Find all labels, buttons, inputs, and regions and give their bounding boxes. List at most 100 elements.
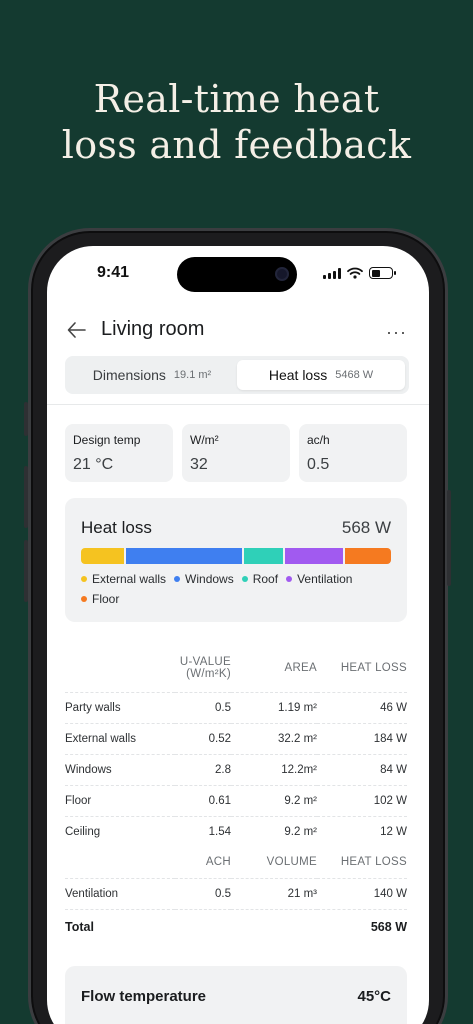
battery-icon: [369, 267, 396, 279]
stat-value: 0.5: [307, 456, 330, 473]
row-element: Windows: [65, 754, 175, 786]
table-header-row: ACH VOLUME HEAT LOSS: [65, 847, 407, 879]
row-element: External walls: [65, 723, 175, 755]
headline-line-1: Real-time heat: [93, 77, 380, 121]
phone-side-button: [24, 402, 28, 436]
stat-ach[interactable]: ac/h 0.5: [299, 424, 407, 482]
heat-loss-title: Heat loss: [81, 518, 152, 537]
row-u-value: 0.61: [175, 785, 231, 817]
tab-label: Dimensions: [92, 367, 166, 383]
legend-label: Ventilation: [297, 572, 353, 586]
legend-item: Ventilation: [286, 572, 352, 586]
table-row[interactable]: Windows 2.8 12.2m² 84 W: [65, 754, 407, 786]
row-volume: 21 m³: [231, 878, 317, 910]
page-title: Living room: [101, 318, 205, 340]
heat-loss-segment-ventilation: [285, 548, 344, 564]
heat-loss-segment-floor: [345, 548, 391, 564]
table-header-ach: ACH: [175, 847, 231, 879]
table-header-volume: VOLUME: [231, 847, 317, 879]
tab-heat-loss[interactable]: Heat loss 5468 W: [237, 360, 405, 390]
dynamic-island: [177, 257, 297, 292]
segmented-control: Dimensions 19.1 m² Heat loss 5468 W: [65, 356, 409, 394]
more-options-icon[interactable]: ···: [386, 322, 407, 343]
row-u-value: 0.52: [175, 723, 231, 755]
status-time: 9:41: [97, 264, 130, 281]
row-element: Ventilation: [65, 878, 175, 910]
row-u-value: 1.54: [208, 825, 231, 838]
row-u-value: 2.8: [175, 754, 231, 786]
table-row[interactable]: Ventilation 0.5 21 m³ 140 W: [65, 878, 407, 910]
legend-dot-icon: [174, 576, 181, 582]
heat-loss-total: 568 W: [341, 518, 391, 537]
total-spacer: [231, 909, 317, 945]
nav-bar: Living room ···: [47, 312, 429, 348]
tab-dimensions[interactable]: Dimensions 19.1 m²: [69, 360, 235, 390]
heat-loss-card: Heat loss 568 W External walls Windows Roo…: [65, 498, 407, 622]
stat-design-temp[interactable]: Design temp 21 °C: [65, 424, 173, 482]
legend-dot-icon: [81, 596, 87, 602]
stat-w-per-m2[interactable]: W/m² 32: [182, 424, 290, 482]
row-heat-loss: 46 W: [317, 692, 407, 724]
divider: [47, 404, 429, 405]
row-heat-loss: 102 W: [317, 785, 407, 817]
flow-temperature-title: Flow temperature: [81, 988, 207, 1005]
row-element: Party walls: [65, 692, 175, 724]
table-header-row: U-VALUE (W/m²K) AREA HEAT LOSS: [65, 644, 407, 693]
legend-label: Floor: [92, 592, 120, 606]
row-heat-loss: 84 W: [317, 754, 407, 786]
row-area: 12.2m²: [231, 754, 317, 786]
heat-loss-segment-windows: [125, 548, 242, 564]
legend-item: Roof: [241, 572, 278, 586]
row-heat-loss: 140 W: [317, 878, 407, 910]
stat-value: 32: [190, 456, 208, 473]
heat-loss-segment-roof: [243, 548, 284, 564]
u-value-unit: (W/m²K): [186, 667, 231, 680]
table-header-heat-loss: HEAT LOSS: [317, 847, 407, 879]
camera-icon: [275, 267, 289, 281]
status-bar: 9:41: [47, 246, 429, 306]
legend-dot-icon: [241, 576, 248, 582]
tab-sublabel: 5468 W: [335, 369, 374, 381]
total-spacer: [175, 909, 231, 945]
row-element: Floor: [65, 785, 175, 817]
legend-dot-icon: [81, 576, 87, 582]
app-screen: 9:41 Living room ··· Dimensions 19.1 m²: [47, 246, 429, 1024]
legend-item: Floor: [81, 592, 119, 606]
table-row[interactable]: Party walls 0.5 1.19 m² 46 W: [65, 692, 407, 724]
row-element: Ceiling: [65, 825, 101, 838]
row-area: 9.2 m²: [284, 825, 317, 838]
heat-loss-legend: External walls Windows Roof Ventilation Floo…: [81, 572, 391, 606]
stat-label: ac/h: [307, 433, 330, 447]
row-heat-loss: 12 W: [380, 825, 407, 838]
row-ach: 0.5: [175, 878, 231, 910]
table-header-area: AREA: [231, 644, 317, 693]
tab-sublabel: 19.1 m²: [173, 369, 212, 381]
stat-label: Design temp: [73, 433, 141, 447]
tab-label: Heat loss: [268, 367, 328, 383]
cellular-signal-icon: [323, 267, 341, 279]
table-row[interactable]: Ceiling 1.54 9.2 m² 12 W: [65, 816, 407, 847]
row-area: 9.2 m²: [231, 785, 317, 817]
table-header-heat-loss: HEAT LOSS: [317, 644, 407, 693]
stat-value: 21 °C: [73, 456, 114, 473]
flow-temperature-card: Flow temperature 45°C: [65, 966, 407, 1024]
row-heat-loss: 184 W: [317, 723, 407, 755]
arrow-left-icon[interactable]: [65, 318, 89, 342]
wifi-icon: [347, 267, 363, 279]
table-header-element: [65, 644, 175, 693]
legend-item: Windows: [174, 572, 234, 586]
row-area: 1.19 m²: [231, 692, 317, 724]
table-total-row: Total 568 W: [65, 909, 407, 945]
table-header-u-value: U-VALUE (W/m²K): [175, 644, 231, 693]
phone-power-button: [447, 490, 451, 586]
legend-dot-icon: [286, 576, 293, 582]
legend-label: Windows: [185, 572, 234, 586]
legend-label: External walls: [92, 572, 167, 586]
headline-line-2: loss and feedback: [61, 123, 412, 167]
table-row[interactable]: Floor 0.61 9.2 m² 102 W: [65, 785, 407, 817]
phone-side-button: [24, 466, 28, 528]
flow-temperature-value: 45°C: [357, 988, 391, 1005]
total-value: 568 W: [370, 920, 407, 935]
legend-item: External walls: [81, 572, 166, 586]
table-row[interactable]: External walls 0.52 32.2 m² 184 W: [65, 723, 407, 755]
